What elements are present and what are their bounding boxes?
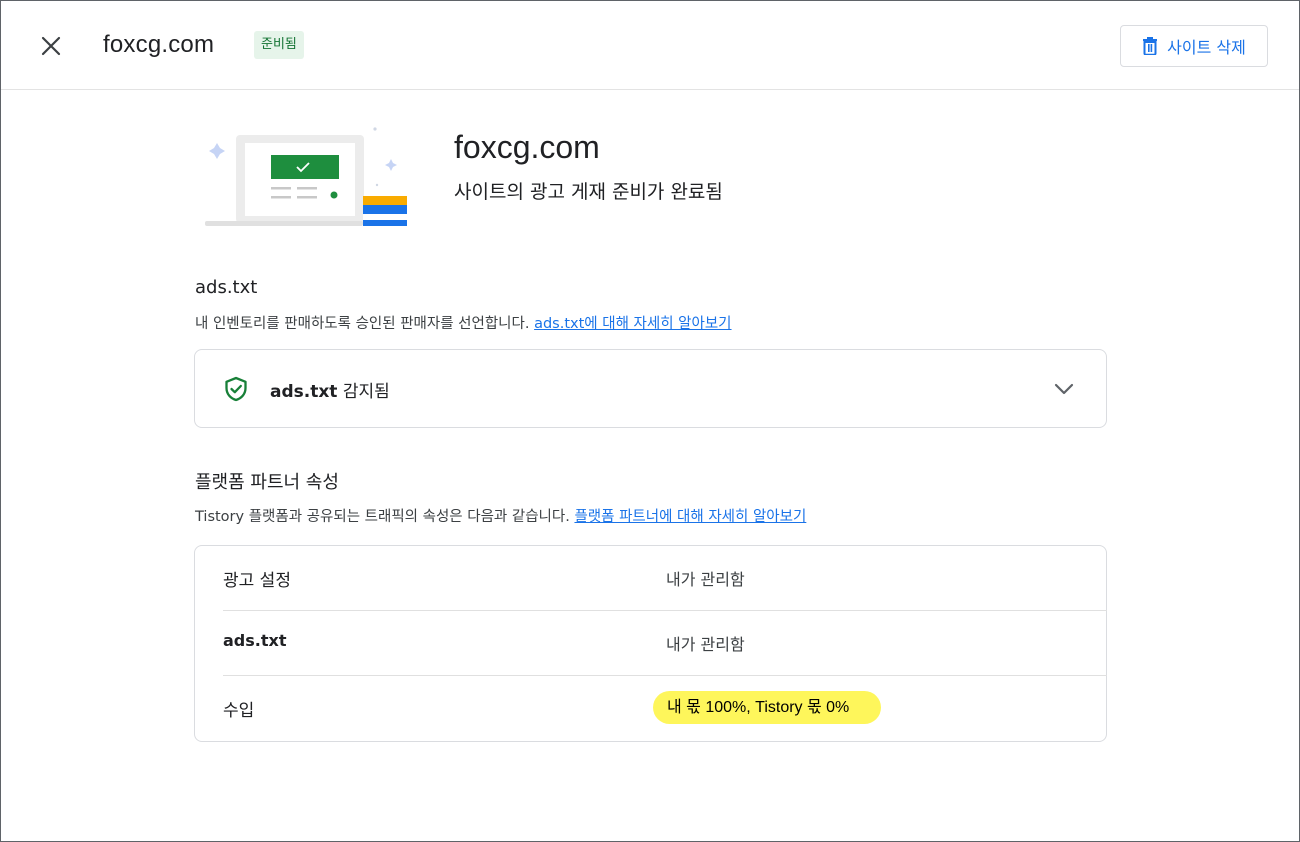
status-badge: 준비됨 [254,31,304,59]
ads-txt-status-bold: ads.txt [270,382,338,402]
delete-site-button[interactable]: 사이트 삭제 [1120,25,1268,67]
property-key: ads.txt [223,631,287,650]
close-button[interactable] [35,30,67,62]
close-icon [41,36,61,56]
ads-txt-status-text: 감지됨 [337,382,390,402]
platform-learn-more-link[interactable]: 플랫폼 파트너에 대해 자세히 알아보기 [574,509,806,525]
platform-properties-table: 광고 설정 내가 관리함 ads.txt 내가 관리함 수입 내 몫 100%,… [194,545,1107,742]
property-key: 수입 [223,701,255,721]
property-key: 광고 설정 [223,571,291,591]
top-bar: foxcg.com 준비됨 사이트 삭제 [1,1,1299,90]
ads-txt-learn-more-link[interactable]: ads.txt에 대해 자세히 알아보기 [534,316,731,332]
chevron-down-icon[interactable] [1051,376,1077,402]
shield-check-icon [225,376,247,402]
ads-txt-status-card[interactable]: ads.txt 감지됨 [194,349,1107,428]
ads-txt-description: 내 인벤토리를 판매하도록 승인된 판매자를 선언합니다. ads.txt에 대… [195,312,732,333]
ads-txt-section-title: ads.txt [195,277,258,298]
property-value: 내가 관리함 [666,635,745,654]
hero-title: foxcg.com [454,129,600,165]
hero-subtitle: 사이트의 광고 게재 준비가 완료됨 [454,181,723,203]
table-row: ads.txt 내가 관리함 [223,611,1107,676]
property-value: 내가 관리함 [666,570,745,589]
site-name: foxcg.com [103,31,215,58]
platform-description-text: Tistory 플랫폼과 공유되는 트래픽의 속성은 다음과 같습니다. [195,509,575,525]
laptop-ready-illustration [205,127,407,226]
platform-description: Tistory 플랫폼과 공유되는 트래픽의 속성은 다음과 같습니다. 플랫폼… [195,505,806,526]
delete-site-label: 사이트 삭제 [1167,38,1246,57]
site-detail-panel: foxcg.com 준비됨 사이트 삭제 foxcg.com 사이트의 광고 게… [0,0,1300,842]
ads-txt-status-label: ads.txt 감지됨 [270,377,390,402]
trash-icon [1143,37,1158,55]
ads-txt-description-text: 내 인벤토리를 판매하도록 승인된 판매자를 선언합니다. [195,316,535,332]
table-row: 수입 내 몫 100%, Tistory 몫 0% [223,676,1107,741]
revenue-share-highlight: 내 몫 100%, Tistory 몫 0% [653,691,882,724]
table-row: 광고 설정 내가 관리함 [223,546,1107,611]
platform-section-title: 플랫폼 파트너 속성 [195,472,339,493]
